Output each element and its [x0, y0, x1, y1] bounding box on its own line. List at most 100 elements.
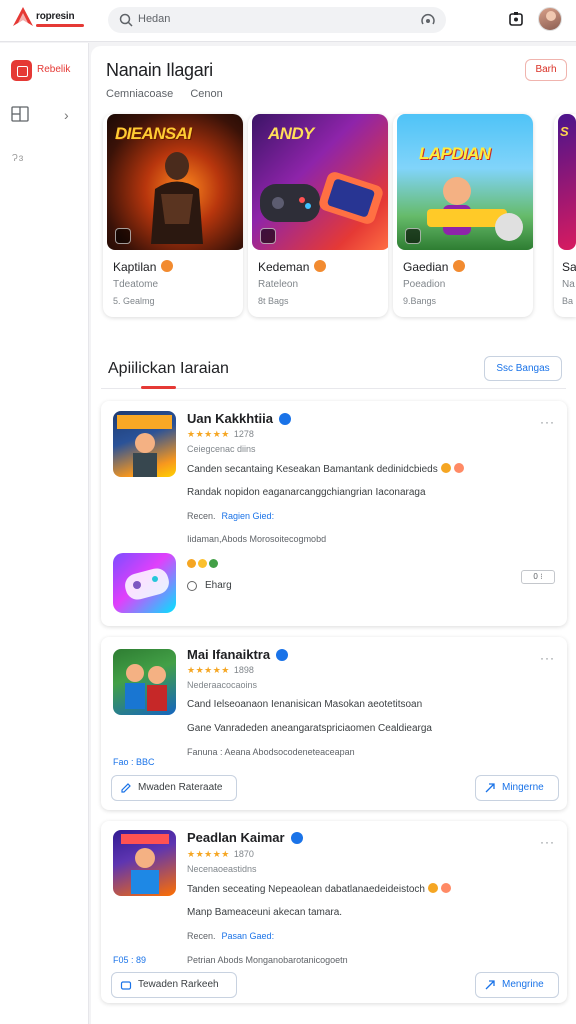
- star-rating: ★★★★★ 1278: [187, 429, 254, 439]
- card-rating: 9.Bangs: [403, 296, 437, 306]
- voice-search-icon[interactable]: [420, 12, 436, 28]
- primary-action-button[interactable]: Mengrine: [475, 972, 559, 998]
- section-title: Apiilickan Iaraian: [108, 360, 229, 377]
- categories-icon[interactable]: [11, 106, 29, 122]
- sidebar: Rebelik › Ɂɜ: [0, 43, 89, 1024]
- app-icon: [113, 649, 176, 715]
- play-icon: [405, 228, 421, 244]
- button-label: Mingerne: [502, 782, 544, 793]
- emoji-icon: [427, 883, 438, 893]
- developer-link[interactable]: Petrian Abods Monganobarotanicogoetn: [187, 955, 348, 965]
- more-options-icon[interactable]: ···: [540, 415, 555, 429]
- chevron-right-icon[interactable]: ›: [64, 107, 69, 123]
- app-subtitle: Necenaoeastidns: [187, 864, 257, 874]
- rating-count: 1278: [233, 429, 254, 439]
- card-developer: Rateleon: [258, 279, 299, 290]
- app-meta: Recen. Ragien Gied:: [187, 511, 274, 521]
- version-label: F05 : 89: [113, 955, 147, 965]
- app-description-2: Gane Vanradeden aneangaratspriciaomen Ce…: [187, 723, 432, 734]
- secondary-action-button[interactable]: Mwaden Rateraate: [111, 775, 237, 801]
- developer-link[interactable]: Iidaman,Abods Morosoitecogmobd: [187, 534, 326, 544]
- share-icon: [485, 783, 495, 793]
- sidebar-item-games[interactable]: Ɂɜ: [12, 153, 24, 164]
- logo-icon: [13, 7, 33, 26]
- notifications-icon[interactable]: [508, 11, 524, 27]
- app-list-item[interactable]: Peadlan Kaimar ★★★★★ 1870 Necenaoeastidns…: [101, 821, 567, 1003]
- tab-1[interactable]: Cemniacoase: [106, 88, 173, 100]
- thumbnail-title: ANDY: [268, 124, 314, 143]
- thumbnail-title: S: [560, 124, 569, 139]
- award-badge-icon: [453, 260, 465, 272]
- award-badge-icon: [161, 260, 173, 272]
- featured-card[interactable]: DIEANSAI Kaptilan Tdeatome 5. Gealmg: [103, 114, 243, 317]
- app-meta: Recen. Pasan Gaed:: [187, 931, 274, 941]
- gift-icon: [120, 981, 132, 990]
- section-tabs: Cemniacoase Cenon: [106, 88, 237, 100]
- card-rating: 5. Gealmg: [113, 296, 155, 306]
- main-content: Nanain Ilagari Barh Cemniacoase Cenon DI…: [91, 46, 576, 1024]
- app-description-2: Manp Bameaceuni akecan tamara.: [187, 907, 343, 918]
- color-dot[interactable]: [209, 559, 218, 568]
- app-list-item[interactable]: Uan Kakkhtiia ★★★★★ 1278 Ceiegcenac diins…: [101, 401, 567, 626]
- edit-icon: [121, 783, 131, 793]
- app-description-2: Randak nopidon eaganarcanggchiangrian Ia…: [187, 487, 426, 498]
- search-icon: [119, 13, 133, 27]
- user-avatar[interactable]: [538, 7, 562, 31]
- thumbnail-title: DIEANSAI: [115, 124, 192, 143]
- top-bar: ropresin Hedan: [0, 0, 576, 42]
- description-text: Tanden seceating Nepeaolean dabatlanaede…: [187, 884, 425, 895]
- play-icon: [260, 228, 276, 244]
- developer-link[interactable]: Fanuna : Aeana Abodsocodeneteaceapan: [187, 747, 355, 757]
- featured-card[interactable]: S Sa Na Ba: [554, 114, 576, 317]
- tab-indicator: [141, 386, 176, 389]
- app-art: [121, 834, 169, 894]
- section-action-button[interactable]: Barh: [525, 59, 567, 81]
- dropdown-control[interactable]: 0 ⁝: [521, 570, 555, 584]
- tab-2[interactable]: Cenon: [190, 88, 222, 100]
- radio-button[interactable]: [187, 581, 197, 591]
- gamepad-art: [125, 568, 169, 600]
- app-subtitle: Ceiegcenac diins: [187, 444, 256, 454]
- featured-card[interactable]: ANDY Kedeman Rateleon 8t Bags: [248, 114, 388, 317]
- app-description: Tanden seceating Nepeaolean dabatlanaede…: [187, 883, 451, 895]
- rating-count: 1870: [233, 849, 254, 859]
- card-developer: Poeadion: [403, 279, 446, 290]
- rating-count: 1898: [233, 665, 254, 675]
- app-subtitle: Nederaacocaoins: [187, 680, 258, 690]
- thumbnail-title: LAPDIAN: [419, 144, 491, 163]
- app-title[interactable]: Peadlan Kaimar: [187, 830, 285, 845]
- app-title[interactable]: Uan Kakkhtiia: [187, 411, 273, 426]
- meta-link[interactable]: Ragien Gied:: [222, 511, 275, 521]
- logo[interactable]: ropresin: [12, 6, 92, 34]
- card-rating: Ba: [562, 296, 574, 306]
- more-options-icon[interactable]: ···: [540, 651, 555, 665]
- color-dot[interactable]: [198, 559, 207, 568]
- app-title[interactable]: Mai Ifanaiktra: [187, 647, 270, 662]
- radio-label: Eharg: [205, 580, 232, 591]
- game-thumbnail: DIEANSAI: [107, 114, 243, 250]
- verified-icon: [276, 649, 288, 661]
- more-options-icon[interactable]: ···: [540, 835, 555, 849]
- sub-app-icon: [113, 553, 176, 613]
- card-title: Kedeman: [258, 260, 310, 274]
- featured-card[interactable]: LAPDIAN Gaedian Poeadion 9.Bangs: [393, 114, 533, 317]
- see-more-button[interactable]: Ssc Bangas: [484, 356, 562, 381]
- color-dot[interactable]: [187, 559, 196, 568]
- star-rating: ★★★★★ 1870: [187, 849, 254, 859]
- app-icon: [113, 830, 176, 896]
- logo-underline: [36, 24, 84, 27]
- meta-link[interactable]: Pasan Gaed:: [222, 931, 275, 941]
- search-bar[interactable]: Hedan: [108, 7, 446, 33]
- app-list-item[interactable]: Mai Ifanaiktra ★★★★★ 1898 Nederaacocaoins…: [101, 637, 567, 810]
- sidebar-item-apps[interactable]: Rebelik: [11, 60, 85, 82]
- card-title: Sa: [562, 260, 576, 274]
- primary-action-button[interactable]: Mingerne: [475, 775, 559, 801]
- search-input[interactable]: Hedan: [138, 13, 170, 25]
- game-thumbnail: S: [558, 114, 576, 250]
- verified-icon: [291, 832, 303, 844]
- award-badge-icon: [314, 260, 326, 272]
- emoji-icon: [440, 463, 451, 473]
- verified-icon: [279, 413, 291, 425]
- share-icon: [485, 980, 495, 990]
- secondary-action-button[interactable]: Tewaden Rarkeeh: [111, 972, 237, 998]
